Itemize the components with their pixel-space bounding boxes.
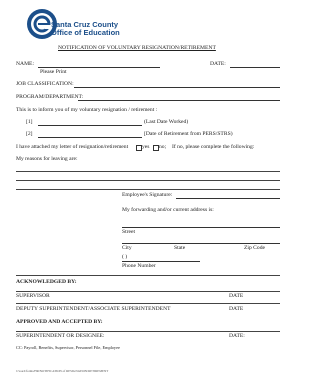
acknowledged-divider	[16, 275, 280, 276]
job-classification-field[interactable]	[74, 87, 280, 88]
zip-code-label: Zip Code	[244, 245, 265, 251]
attached-letter-text: I have attached my letter of resignation…	[16, 144, 129, 150]
if-no-text: If no, please complete the following:	[172, 144, 255, 150]
phone-number-label: Phone Number	[122, 263, 156, 269]
please-print-note: Please Print	[40, 69, 67, 75]
phone-number-field[interactable]	[122, 261, 200, 262]
form-title: NOTIFICATION OF VOLUNTARY RESIGNATION/RE…	[58, 45, 216, 51]
last-date-worked-label: (Last Date Worked)	[144, 119, 189, 125]
deputy-date-label: DATE	[229, 306, 244, 312]
footer-path: l:/word/forms/HR/NOTIFICATION of RESIGNA…	[16, 369, 109, 373]
retirement-date-field[interactable]	[38, 137, 142, 138]
item-1-number: [1]	[26, 119, 33, 125]
reasons-line-1[interactable]	[16, 171, 280, 172]
cc-distribution: CC: Payroll, Benefits, Supervisor, Perso…	[16, 345, 120, 350]
yes-label: yes	[142, 144, 150, 150]
street-label: Street	[122, 229, 136, 235]
program-department-label: PROGRAM/DEPARTMENT:	[16, 94, 84, 100]
employee-signature-label: Employee's Signature:	[122, 192, 173, 198]
program-department-field[interactable]	[78, 100, 280, 101]
reasons-label: My reasons for leaving are:	[16, 156, 78, 162]
approved-heading: APPROVED AND ACCEPTED BY:	[16, 319, 103, 325]
acknowledged-heading: ACKNOWLEDGED BY:	[16, 279, 77, 285]
retirement-date-label: [Date of Retirement from PERS/STRS)	[144, 131, 233, 137]
supervisor-signature-line[interactable]	[16, 291, 280, 292]
name-field[interactable]	[38, 67, 160, 68]
no-label: no;	[159, 144, 167, 150]
logo-line-2: Office of Education	[51, 28, 120, 37]
intro-text: This is to inform you of my voluntary re…	[16, 107, 158, 113]
job-classification-label: JOB CLASSIFICATION:	[16, 81, 74, 87]
superintendent-signature-line[interactable]	[16, 331, 280, 332]
state-label: State	[174, 245, 186, 251]
street-field[interactable]	[122, 227, 280, 228]
reasons-line-3[interactable]	[16, 189, 280, 190]
name-label: NAME:	[16, 61, 35, 67]
reasons-line-2[interactable]	[16, 180, 280, 181]
superintendent-date-label: DATE:	[229, 333, 245, 339]
superintendent-label: SUPERINTENDENT OR DESIGNEE:	[16, 333, 105, 339]
city-state-zip-field[interactable]	[122, 243, 280, 244]
scce-logo: Santa Cruz County Office of Education	[26, 8, 156, 42]
date-field[interactable]	[230, 67, 280, 68]
deputy-superintendent-label: DEPUTY SUPERINTENDENT/ASSOCIATE SUPERINT…	[16, 306, 171, 312]
phone-area-code: ( )	[122, 254, 128, 260]
item-2-number: [2]	[26, 131, 33, 137]
last-date-worked-field[interactable]	[38, 125, 142, 126]
supervisor-label: SUPERVISOR	[16, 293, 50, 299]
employee-signature-field[interactable]	[176, 198, 280, 199]
date-label: DATE:	[210, 61, 226, 67]
supervisor-date-label: DATE	[229, 293, 244, 299]
deputy-signature-line[interactable]	[16, 303, 280, 304]
forwarding-address-label: My forwarding and/or current address is:	[122, 207, 214, 213]
city-label: City	[122, 245, 132, 251]
